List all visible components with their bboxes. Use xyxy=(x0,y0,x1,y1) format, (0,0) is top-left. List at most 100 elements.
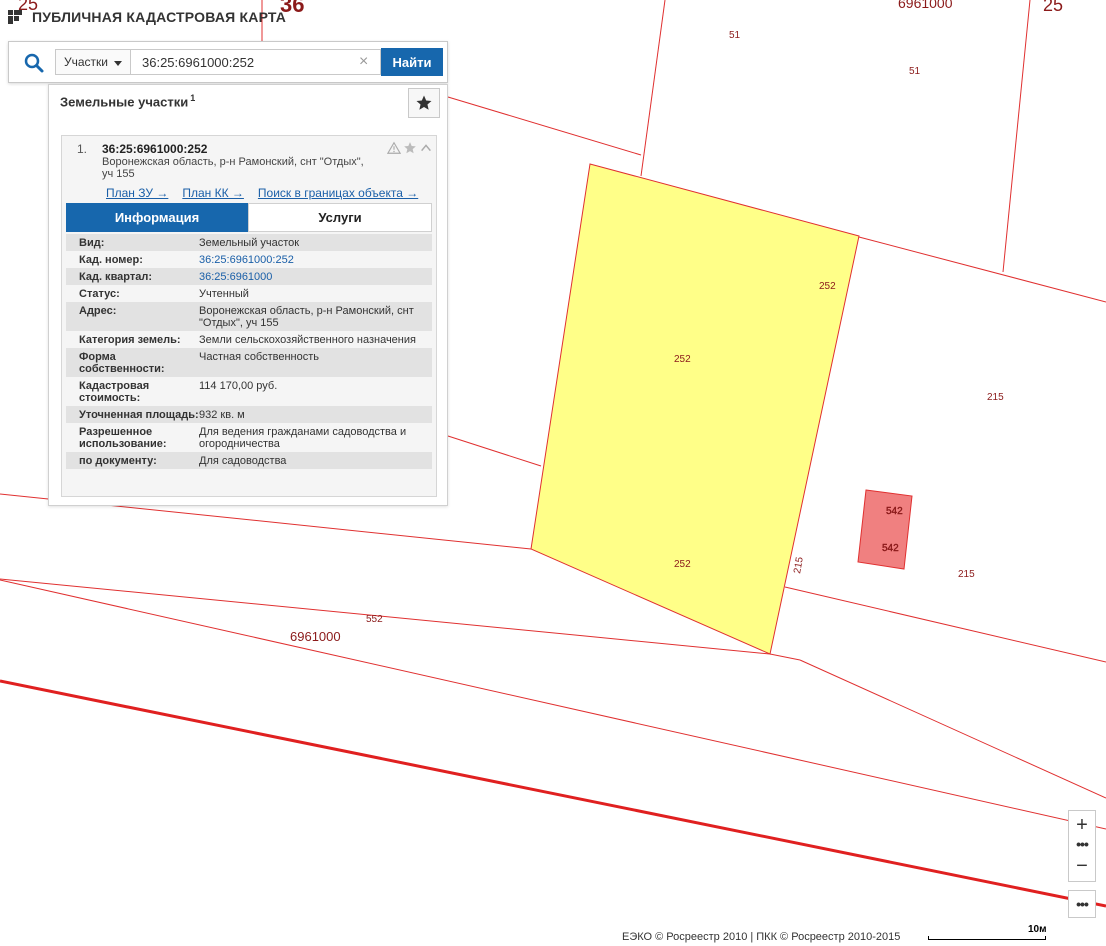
rosreestr-logo-icon xyxy=(6,7,26,27)
building-label: 542 xyxy=(882,543,899,554)
info-key: Кад. номер: xyxy=(79,254,143,266)
panel-title-text: Земельные участки xyxy=(60,94,189,110)
info-value: Воронежская область, р-н Рамонский, снт … xyxy=(199,305,414,329)
cadastral-quarter-link[interactable]: 36:25:6961000 xyxy=(199,271,272,283)
boundary-line xyxy=(784,586,1106,663)
result-address-line: уч 155 xyxy=(102,168,135,180)
quarter-label: 6961000 xyxy=(290,629,341,644)
search-button[interactable]: Найти xyxy=(381,48,443,76)
region-label: 25 xyxy=(1043,0,1063,15)
plot-label: 552 xyxy=(366,614,383,625)
more-icon: ••• xyxy=(1076,896,1089,912)
app-title: ПУБЛИЧНАЯ КАДАСТРОВАЯ КАРТА xyxy=(32,9,287,25)
cadastral-number-link[interactable]: 36:25:6961000:252 xyxy=(199,254,294,266)
chevron-up-icon[interactable] xyxy=(419,141,433,155)
table-row: Статус: Учтенный xyxy=(66,285,432,302)
search-in-bounds-link[interactable]: Поиск в границах объекта → xyxy=(258,186,418,200)
plot-label: 215 xyxy=(792,556,806,575)
result-index: 1. xyxy=(77,142,88,156)
search-bar: Участки × Найти xyxy=(8,41,448,83)
scale-bar xyxy=(928,936,1046,940)
table-row: Кадастровая стоимость: 114 170,00 руб. xyxy=(66,377,432,406)
table-row: по документу: Для садоводства xyxy=(66,452,432,469)
search-icon[interactable] xyxy=(23,52,45,74)
table-row: Кад. квартал: 36:25:6961000 xyxy=(66,268,432,285)
info-value: 36:25:6961000 xyxy=(199,268,432,285)
building-label: 542 xyxy=(886,506,903,517)
star-icon xyxy=(416,95,432,110)
tab-information[interactable]: Информация xyxy=(66,203,248,232)
plot-label: 215 xyxy=(987,392,1004,403)
result-address-line: Воронежская область, р-н Рамонский, снт … xyxy=(102,156,364,168)
close-icon[interactable]: × xyxy=(359,54,368,70)
zoom-levels-button[interactable]: ••• xyxy=(1069,835,1095,853)
selected-plot-252[interactable] xyxy=(530,163,860,655)
info-value: 114 170,00 руб. xyxy=(199,380,278,392)
warning-icon[interactable] xyxy=(387,141,401,155)
info-value: Для ведения гражданами садоводства и ого… xyxy=(199,426,407,450)
info-value: Земли сельскохозяйственного назначения xyxy=(199,334,416,346)
table-row: Форма собственности: Частная собственнос… xyxy=(66,348,432,377)
quarter-label: 6961000 xyxy=(898,0,953,11)
info-key: Разрешенное использование: xyxy=(79,426,167,450)
info-key: Вид: xyxy=(79,237,105,249)
plan-kk-link[interactable]: План КК → xyxy=(182,186,244,200)
result-tabs: Информация Услуги xyxy=(66,203,432,232)
result-cadastral-number[interactable]: 36:25:6961000:252 xyxy=(102,142,207,156)
search-type-dropdown[interactable]: Участки xyxy=(55,49,131,75)
table-row: Кад. номер: 36:25:6961000:252 xyxy=(66,251,432,268)
info-value: 932 кв. м xyxy=(199,409,245,421)
info-value: Учтенный xyxy=(199,288,249,300)
plot-label: 51 xyxy=(909,66,921,77)
plot-label: 252 xyxy=(674,559,691,570)
boundary-line xyxy=(447,96,642,156)
info-key: по документу: xyxy=(79,455,157,467)
table-row: Адрес: Воронежская область, р-н Рамонски… xyxy=(66,302,432,331)
panel-title: Земельные участки 1 xyxy=(60,93,195,109)
boundary-line xyxy=(1002,0,1031,273)
result-address: Воронежская область, р-н Рамонский, снт … xyxy=(102,156,372,180)
chevron-down-icon xyxy=(114,61,122,66)
card-actions xyxy=(387,141,433,155)
plan-zu-link[interactable]: План ЗУ → xyxy=(106,186,168,200)
building-542[interactable] xyxy=(857,489,913,570)
info-key: Статус: xyxy=(79,288,120,300)
result-card[interactable]: 1. 36:25:6961000:252 Воронежская область… xyxy=(61,135,437,497)
zoom-controls: + ••• − xyxy=(1068,810,1096,882)
info-key: Форма собственности: xyxy=(79,351,165,375)
plot-label: 51 xyxy=(729,30,741,41)
boundary-line xyxy=(769,653,801,661)
table-row: Вид: Земельный участок xyxy=(66,234,432,251)
info-key: Уточненная площадь: xyxy=(79,409,199,421)
scale-label: 10м xyxy=(1028,924,1047,935)
more-icon: ••• xyxy=(1076,836,1089,852)
table-row: Разрешенное использование: Для ведения г… xyxy=(66,423,432,452)
results-count: 1 xyxy=(190,93,196,103)
plot-label: 252 xyxy=(674,354,691,365)
info-key: Кад. квартал: xyxy=(79,271,153,283)
info-value: 36:25:6961000:252 xyxy=(199,251,432,268)
result-links: План ЗУ → План КК → Поиск в границах объ… xyxy=(106,186,418,200)
info-table: Вид: Земельный участок Кад. номер: 36:25… xyxy=(66,234,432,469)
boundary-line xyxy=(799,659,1106,799)
boundary-line xyxy=(0,579,1106,830)
tab-services[interactable]: Услуги xyxy=(248,203,432,232)
info-key: Адрес: xyxy=(79,305,117,317)
app-header: ПУБЛИЧНАЯ КАДАСТРОВАЯ КАРТА xyxy=(6,4,286,30)
quarter-boundary-line xyxy=(0,679,1106,908)
info-key: Кадастровая стоимость: xyxy=(79,380,150,404)
favorites-button[interactable] xyxy=(408,88,440,118)
boundary-line xyxy=(447,435,542,467)
info-value: Частная собственность xyxy=(199,351,320,363)
more-button[interactable]: ••• xyxy=(1068,890,1096,918)
info-value: Земельный участок xyxy=(199,237,300,249)
copyright-text: ЕЭКО © Росреестр 2010 | ПКК © Росреестр … xyxy=(622,931,901,943)
info-key: Категория земель: xyxy=(79,334,181,346)
zoom-out-button[interactable]: − xyxy=(1069,853,1095,879)
search-type-label: Участки xyxy=(64,55,108,69)
results-panel: Земельные участки 1 1. 36:25:6961000:252 … xyxy=(48,84,448,506)
boundary-line xyxy=(640,0,666,177)
info-value: Для садоводства xyxy=(199,455,287,467)
star-icon[interactable] xyxy=(403,141,417,155)
search-input[interactable] xyxy=(131,49,381,75)
